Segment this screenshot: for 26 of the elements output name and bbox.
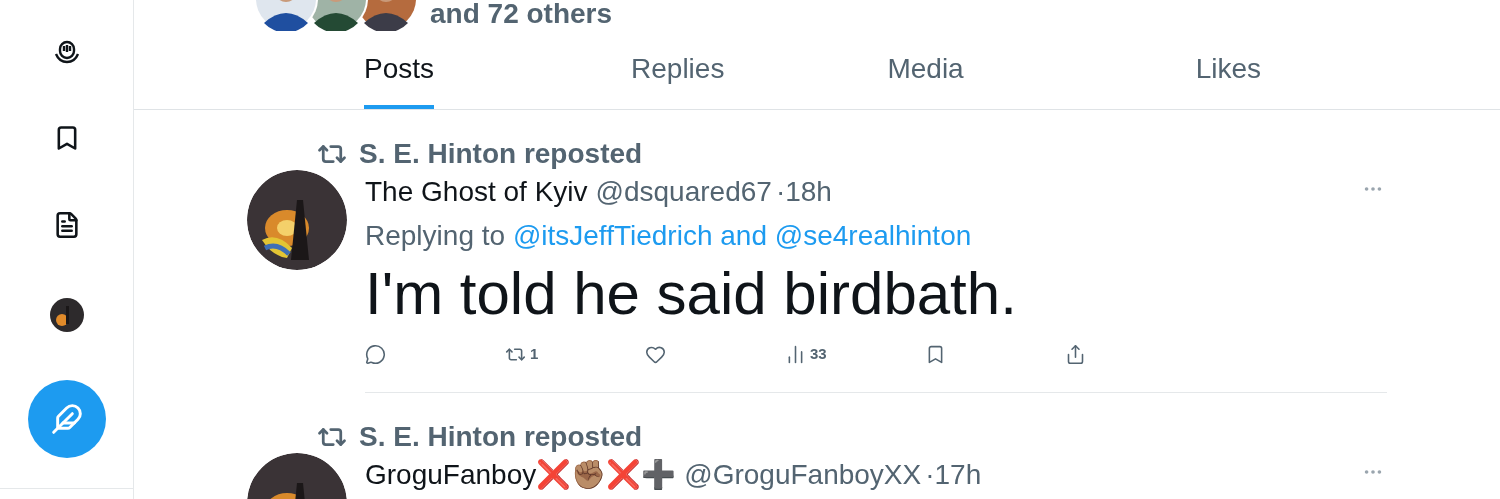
- feather-icon: [50, 403, 83, 435]
- share-button[interactable]: [1065, 342, 1086, 366]
- display-name[interactable]: The Ghost of Kyiv: [365, 174, 588, 210]
- repost-button[interactable]: 1: [505, 342, 539, 366]
- profile-tab[interactable]: Replies: [631, 38, 725, 109]
- profile-avatar[interactable]: [49, 298, 84, 332]
- reply-icon: [365, 343, 386, 365]
- profile-tab[interactable]: Likes: [1195, 38, 1262, 109]
- user-handle[interactable]: @dsquared67: [595, 174, 772, 210]
- profile-tab[interactable]: Media: [887, 38, 964, 109]
- separator-dot: ·: [925, 458, 935, 492]
- separator-dot: ·: [775, 175, 786, 209]
- replying-label: Replying to: [365, 220, 506, 251]
- repost-label: S. E. Hinton reposted: [359, 421, 643, 453]
- post-time: 17h: [934, 458, 982, 492]
- views-button[interactable]: 33: [785, 342, 827, 366]
- post-text: I'm told he said birdbath.: [365, 259, 1018, 329]
- post-time: 18h: [785, 175, 832, 209]
- followers-text[interactable]: and 72 others: [430, 0, 613, 35]
- share-icon: [1065, 343, 1086, 365]
- reply-button[interactable]: [365, 342, 386, 366]
- avatar[interactable]: [247, 170, 347, 270]
- user-handle[interactable]: @GroguFanboyXX: [684, 457, 922, 493]
- display-name[interactable]: GroguFanboy❌✊🏽❌➕: [365, 457, 677, 493]
- profile-tab[interactable]: Posts: [364, 38, 435, 109]
- repost-label: S. E. Hinton reposted: [359, 138, 643, 170]
